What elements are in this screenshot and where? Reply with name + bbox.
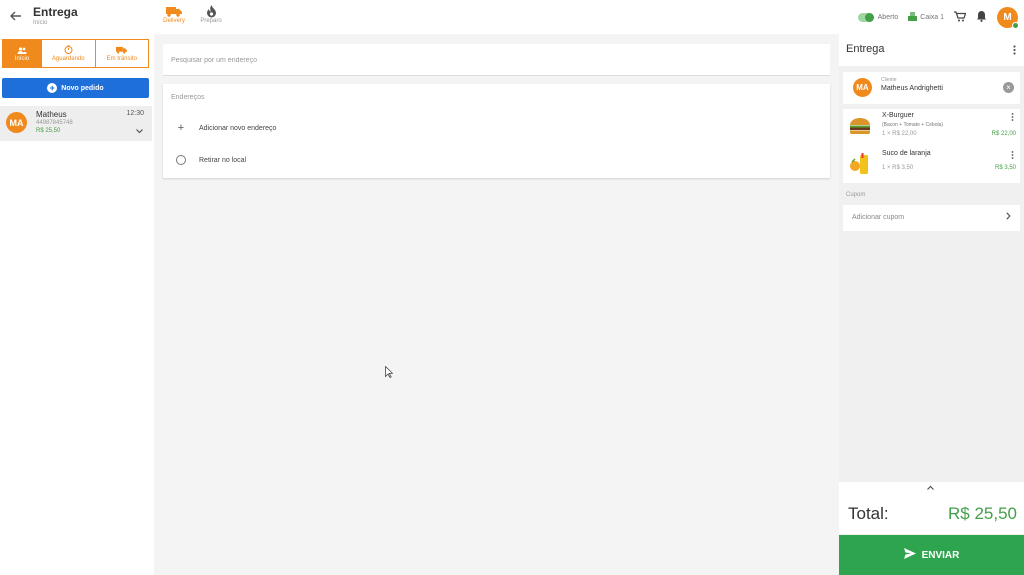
more-options-icon[interactable] [1013, 45, 1016, 58]
user-avatar[interactable]: M [997, 6, 1019, 29]
addresses-header: Endereços [171, 94, 205, 101]
orange-juice-icon [849, 153, 871, 175]
cart-item[interactable]: X-Burguer (Bacon + Tomate + Cebola) 1 × … [843, 109, 1020, 145]
item-description: (Bacon + Tomate + Cebola) [882, 122, 944, 128]
customer-avatar: MA [6, 112, 27, 133]
cart-item[interactable]: Suco de laranja 1 × R$ 3,50 R$ 3,50 [843, 147, 1020, 183]
item-options-icon[interactable] [1011, 151, 1014, 162]
orders-sidebar: Início Aguardando Em trânsito + Novo ped… [0, 34, 154, 575]
order-time: 12:30 [126, 110, 144, 117]
user-avatar-initial: M [1003, 11, 1012, 23]
item-name: X-Burguer [882, 112, 914, 119]
address-search-input[interactable] [171, 52, 811, 68]
chevron-down-icon[interactable] [136, 127, 143, 136]
cart-items-list: X-Burguer (Bacon + Tomate + Cebola) 1 × … [843, 109, 1020, 183]
burger-icon [849, 115, 871, 137]
plus-icon: + [177, 122, 185, 134]
tab-delivery-label: Delivery [163, 18, 185, 24]
tab-delivery[interactable]: Delivery [159, 4, 189, 24]
cart-icon[interactable] [954, 10, 967, 24]
client-label: Cliente [881, 77, 897, 83]
total-section: Total: R$ 25,50 [839, 482, 1024, 534]
order-status-tabs: Início Aguardando Em trânsito [2, 39, 149, 68]
tab-aguardando[interactable]: Aguardando [41, 40, 95, 67]
store-status-label: Aberto [877, 13, 899, 21]
item-qty-price: 1 × R$ 22,00 [882, 131, 917, 137]
add-address-label: Adicionar novo endereço [199, 124, 277, 132]
truck-icon [116, 46, 128, 56]
item-qty-price: 1 × R$ 3,50 [882, 165, 914, 171]
send-icon [903, 548, 916, 562]
cart-panel: Entrega MA Cliente Matheus Andrighetti ×… [839, 34, 1024, 575]
client-avatar: MA [853, 78, 872, 97]
send-order-label: ENVIAR [921, 549, 960, 561]
coupon-section-label: Cupom [846, 192, 866, 198]
address-search-box [163, 44, 830, 76]
cashier-selector[interactable]: Caixa 1 [908, 11, 944, 23]
timer-icon [64, 45, 73, 56]
add-coupon-label: Adicionar cupom [852, 214, 905, 221]
tab-aguardando-label: Aguardando [51, 56, 85, 62]
plus-icon: + [47, 83, 58, 93]
pickup-label: Retirar no local [199, 156, 247, 164]
page-title: Entrega [33, 5, 78, 19]
store-status[interactable]: Aberto [857, 12, 899, 22]
pickup-option[interactable]: Retirar no local [163, 149, 830, 171]
truck-icon [159, 4, 189, 18]
tab-inicio[interactable]: Início [3, 40, 41, 67]
send-order-button[interactable]: ENVIAR [839, 535, 1024, 575]
addresses-card: Endereços + Adicionar novo endereço Reti… [163, 84, 830, 178]
tab-preparo-label: Preparo [200, 18, 222, 24]
mouse-cursor-icon [385, 365, 394, 381]
chevron-right-icon [1006, 212, 1011, 222]
bell-icon[interactable] [976, 10, 987, 24]
cart-header: Entrega [839, 34, 1024, 66]
item-subtotal: R$ 22,00 [991, 131, 1016, 137]
tab-inicio-label: Início [14, 55, 30, 62]
cashier-label: Caixa 1 [920, 13, 944, 21]
top-bar: Entrega Início Delivery Preparo Aberto C… [0, 0, 1024, 34]
cashier-icon [908, 11, 918, 23]
chevron-up-icon[interactable] [927, 483, 934, 492]
add-coupon-row[interactable]: Adicionar cupom [843, 205, 1020, 231]
radio-button[interactable] [163, 155, 199, 165]
order-list-item[interactable]: MA Matheus 44987845748 R$ 25,50 12:30 [0, 106, 152, 141]
people-icon [17, 46, 27, 56]
add-address-option[interactable]: + Adicionar novo endereço [163, 117, 830, 139]
flame-icon [196, 4, 226, 18]
total-label: Total: [848, 504, 889, 523]
page-title-block: Entrega Início [33, 5, 78, 27]
cart-title: Entrega [846, 43, 885, 55]
total-value: R$ 25,50 [948, 504, 1017, 523]
back-arrow-icon[interactable] [8, 9, 24, 23]
breadcrumb: Início [33, 20, 48, 26]
new-order-label: Novo pedido [61, 84, 104, 92]
item-name: Suco de laranja [882, 150, 931, 157]
customer-phone: 44987845748 [36, 120, 73, 126]
item-subtotal: R$ 3,50 [994, 165, 1016, 171]
tab-em-transito[interactable]: Em trânsito [94, 40, 149, 67]
top-right-controls: Aberto Caixa 1 M [857, 6, 1019, 29]
client-name: Matheus Andrighetti [881, 85, 943, 92]
new-order-button[interactable]: + Novo pedido [2, 78, 149, 98]
store-open-toggle[interactable] [857, 12, 874, 22]
online-status-dot [1012, 21, 1019, 29]
order-price: R$ 25,50 [36, 128, 61, 134]
tab-em-transito-label: Em trânsito [106, 55, 137, 62]
client-card[interactable]: MA Cliente Matheus Andrighetti × [843, 72, 1020, 104]
item-options-icon[interactable] [1011, 113, 1014, 124]
remove-client-icon[interactable]: × [1003, 82, 1014, 93]
customer-name: Matheus [36, 110, 67, 119]
tab-preparo[interactable]: Preparo [196, 4, 226, 24]
